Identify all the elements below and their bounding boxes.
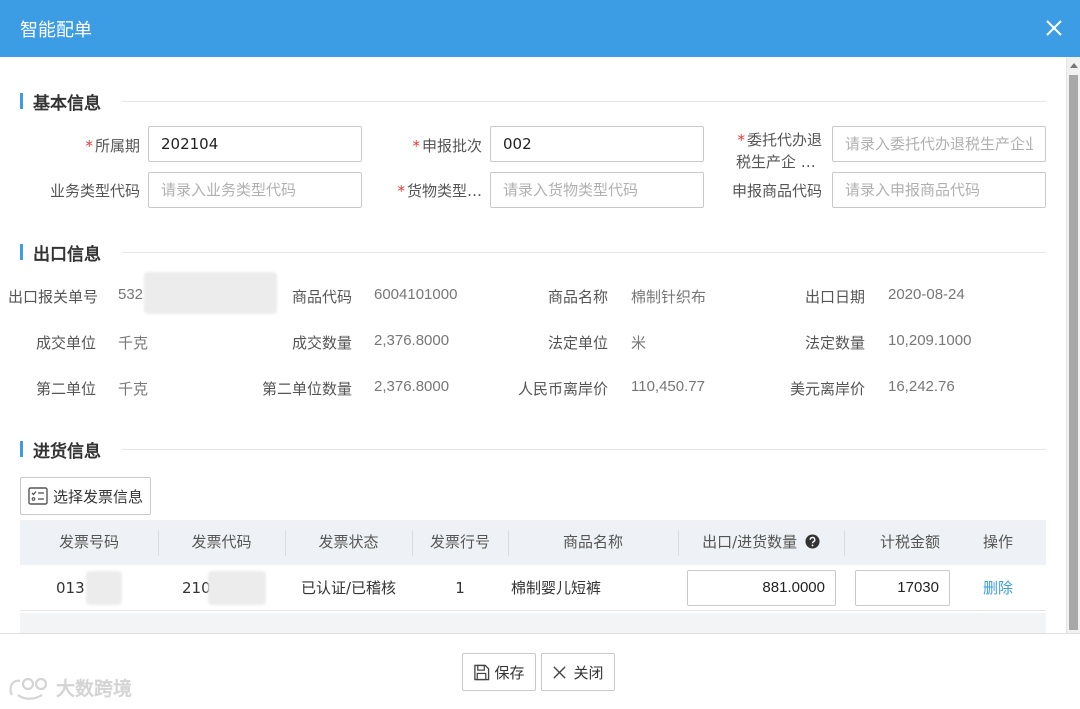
export-date-value: 2020-08-24 xyxy=(888,286,965,303)
deal-qty-label: 成交数量 xyxy=(291,334,352,352)
usd-fob-label: 美元离岸价 xyxy=(789,380,865,398)
col-qty: 出口/进货数量 xyxy=(678,520,844,565)
save-button[interactable]: 保存 xyxy=(462,653,536,691)
watermark-logo-icon xyxy=(9,677,48,700)
invoice-code-cell: 210 xyxy=(182,579,211,597)
close-button[interactable]: 关闭 xyxy=(541,653,615,691)
rmb-fob-value: 110,450.77 xyxy=(631,378,705,395)
legal-unit-value: 米 xyxy=(631,335,647,352)
goods-name-label: 商品名称 xyxy=(547,288,608,306)
delete-link[interactable]: 删除 xyxy=(970,565,1026,611)
redacted-block xyxy=(86,571,122,605)
line-no-cell: 1 xyxy=(455,579,465,597)
batch-input[interactable] xyxy=(490,126,704,162)
entrust-label: * 委托代办退 税生产企 … xyxy=(736,131,822,171)
customs-no-value: 532 xyxy=(118,286,144,303)
second-unit-value: 千克 xyxy=(118,381,149,398)
second-unit-label: 第二单位 xyxy=(35,380,96,398)
checklist-icon xyxy=(28,487,48,505)
watermark: 大数跨境 xyxy=(8,674,132,701)
deal-unit-value: 千克 xyxy=(118,335,149,352)
goods-type-label: * 货物类型… xyxy=(397,182,482,200)
deal-qty-value: 2,376.8000 xyxy=(374,332,450,349)
invoice-status-cell: 已认证/已稽核 xyxy=(300,579,397,597)
save-icon xyxy=(474,664,490,680)
redacted-block xyxy=(208,571,266,605)
legal-qty-value: 10,209.1000 xyxy=(888,332,972,349)
entrust-input[interactable] xyxy=(832,126,1046,162)
goods-name-value: 棉制针织布 xyxy=(631,289,707,306)
customs-no-label: 出口报关单号 xyxy=(8,288,99,306)
rmb-fob-label: 人民币离岸价 xyxy=(517,380,608,398)
divider xyxy=(122,449,1046,450)
select-invoice-button[interactable]: 选择发票信息 xyxy=(20,477,151,515)
redacted-block xyxy=(144,272,277,314)
col-amount: 计税金额 xyxy=(879,533,940,551)
biz-type-input[interactable] xyxy=(148,172,362,208)
legal-unit-label: 法定单位 xyxy=(547,334,608,352)
close-icon[interactable] xyxy=(1044,18,1064,38)
section-purchase-info: 进货信息 xyxy=(20,438,101,462)
goods-code-value: 6004101000 xyxy=(374,286,458,303)
scroll-up-icon[interactable] xyxy=(1070,63,1078,68)
biz-type-label: 业务类型代码 xyxy=(49,182,140,200)
usd-fob-value: 16,242.76 xyxy=(888,378,955,395)
second-qty-value: 2,376.8000 xyxy=(374,378,450,395)
table-footer-strip xyxy=(20,613,1046,633)
vertical-scrollbar[interactable] xyxy=(1066,57,1080,633)
goods-type-input[interactable] xyxy=(490,172,704,208)
col-line-no: 发票行号 xyxy=(429,533,490,551)
decl-goods-input[interactable] xyxy=(832,172,1046,208)
export-date-label: 出口日期 xyxy=(804,288,865,306)
invoice-no-cell: 013 xyxy=(56,579,85,597)
close-x-icon xyxy=(553,665,567,679)
scroll-thumb[interactable] xyxy=(1069,75,1078,630)
table-row: 013 210 已认证/已稽核 1 棉制婴儿短裤 881.0000 17030 … xyxy=(20,565,1046,611)
col-goods-name: 商品名称 xyxy=(562,533,623,551)
dialog-title: 智能配单 xyxy=(20,20,92,41)
decl-goods-label: 申报商品代码 xyxy=(731,182,822,200)
dialog-footer: 保存 关闭 xyxy=(0,633,1080,709)
goods-code-label: 商品代码 xyxy=(291,288,352,306)
divider xyxy=(122,101,1046,102)
section-basic-info: 基本信息 xyxy=(20,90,101,114)
col-invoice-status: 发票状态 xyxy=(318,533,379,551)
dialog-titlebar: 智能配单 xyxy=(0,0,1080,57)
help-icon[interactable] xyxy=(805,534,820,549)
col-invoice-code: 发票代码 xyxy=(191,533,252,551)
col-action: 操作 xyxy=(982,533,1013,551)
col-invoice-no: 发票号码 xyxy=(58,533,119,551)
deal-unit-label: 成交单位 xyxy=(35,334,96,352)
amount-input[interactable]: 17030 xyxy=(855,570,950,606)
divider xyxy=(122,252,1046,253)
period-input[interactable] xyxy=(148,126,362,162)
table-header: 发票号码 发票代码 发票状态 发票行号 商品名称 出口/进货数量 计税金额 操作 xyxy=(20,520,1046,565)
period-label: * 所属期 xyxy=(85,137,140,155)
section-export-info: 出口信息 xyxy=(20,241,101,265)
qty-input[interactable]: 881.0000 xyxy=(687,570,836,606)
goods-name-cell: 棉制婴儿短裤 xyxy=(511,579,602,597)
legal-qty-label: 法定数量 xyxy=(804,334,865,352)
second-qty-label: 第二单位数量 xyxy=(261,380,352,398)
batch-label: * 申报批次 xyxy=(412,137,482,155)
